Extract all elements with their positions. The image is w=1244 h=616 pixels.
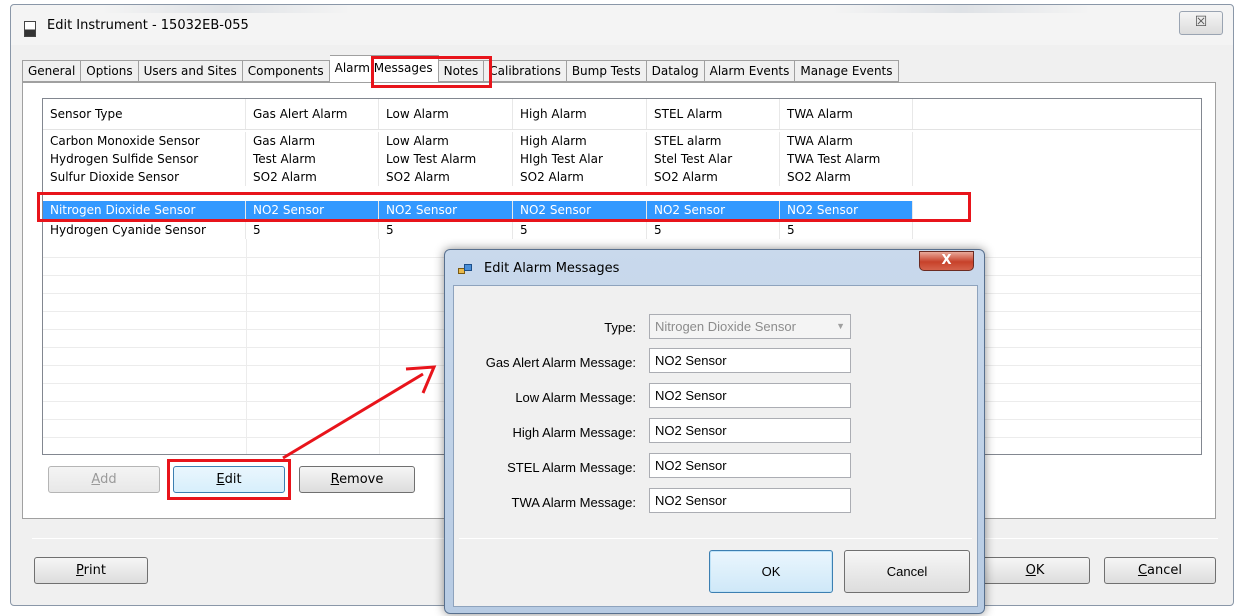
cell-gas-alert-alarm: SO2 Alarm — [246, 168, 379, 186]
table-row-selected[interactable]: Nitrogen Dioxide Sensor NO2 Sensor NO2 S… — [43, 201, 1201, 219]
tab-users-and-sites[interactable]: Users and Sites — [138, 60, 243, 82]
cell-high-alarm: NO2 Sensor — [513, 201, 647, 219]
tab-calibrations[interactable]: Calibrations — [484, 60, 567, 82]
tab-general[interactable]: General — [22, 60, 82, 82]
table-row[interactable]: Sulfur Dioxide Sensor SO2 Alarm SO2 Alar… — [43, 168, 1201, 186]
low-alarm-message-label: Low Alarm Message: — [515, 390, 636, 405]
tab-alarm-events[interactable]: Alarm Events — [704, 60, 796, 82]
table-row[interactable]: Hydrogen Sulfide Sensor Test Alarm Low T… — [43, 150, 1201, 168]
cell-twa-alarm: 5 — [780, 221, 913, 239]
cell-twa-alarm: TWA Alarm — [780, 132, 913, 150]
cell-gas-alert-alarm: Test Alarm — [246, 150, 379, 168]
tab-bump-tests[interactable]: Bump Tests — [566, 60, 647, 82]
title-bar: Edit Instrument - 15032EB-055 ☒ — [11, 5, 1233, 45]
cell-sensor-type: Hydrogen Sulfide Sensor — [43, 150, 246, 168]
tab-options[interactable]: Options — [81, 60, 139, 82]
close-window-button[interactable]: ☒ — [1179, 11, 1223, 35]
cell-filler — [913, 168, 1201, 186]
cell-gas-alert-alarm: Gas Alarm — [246, 132, 379, 150]
column-header-high-alarm[interactable]: High Alarm — [513, 99, 647, 129]
cell-low-alarm: Low Alarm — [379, 132, 513, 150]
cell-high-alarm: 5 — [513, 221, 647, 239]
document-icon — [24, 21, 36, 37]
cell-stel-alarm: Stel Test Alar — [647, 150, 780, 168]
cell-sensor-type: Nitrogen Dioxide Sensor — [43, 201, 246, 219]
cell-filler — [913, 132, 1201, 150]
add-button[interactable]: Add — [48, 466, 160, 493]
column-header-filler — [913, 99, 1201, 129]
twa-alarm-message-label: TWA Alarm Message: — [511, 495, 637, 510]
cell-high-alarm: HIgh Test Alar — [513, 150, 647, 168]
cell-low-alarm: Low Test Alarm — [379, 150, 513, 168]
grid-header-row: Sensor Type Gas Alert Alarm Low Alarm Hi… — [43, 99, 1201, 130]
cell-twa-alarm: SO2 Alarm — [780, 168, 913, 186]
cell-sensor-type: Sulfur Dioxide Sensor — [43, 168, 246, 186]
tab-alarm-messages[interactable]: Alarm Messages — [329, 55, 439, 82]
dialog-cancel-button[interactable]: Cancel — [844, 550, 970, 593]
type-label: Type: — [604, 320, 636, 335]
table-row[interactable]: Hydrogen Cyanide Sensor 5 5 5 5 5 — [43, 221, 1201, 239]
cell-low-alarm: SO2 Alarm — [379, 168, 513, 186]
cell-sensor-type: Carbon Monoxide Sensor — [43, 132, 246, 150]
chevron-down-icon: ▼ — [836, 321, 845, 331]
cell-stel-alarm: SO2 Alarm — [647, 168, 780, 186]
tab-manage-events[interactable]: Manage Events — [795, 60, 899, 82]
ok-button[interactable]: OK — [980, 557, 1090, 584]
cell-twa-alarm: NO2 Sensor — [780, 201, 913, 219]
twa-alarm-message-field[interactable]: NO2 Sensor — [649, 488, 851, 513]
cell-low-alarm: 5 — [379, 221, 513, 239]
cell-high-alarm: High Alarm — [513, 132, 647, 150]
tab-datalog[interactable]: Datalog — [646, 60, 705, 82]
grid-column-line — [246, 239, 247, 454]
cell-low-alarm: NO2 Sensor — [379, 201, 513, 219]
stel-alarm-message-label: STEL Alarm Message: — [507, 460, 636, 475]
blurred-background-text — [101, 5, 351, 13]
cell-high-alarm: SO2 Alarm — [513, 168, 647, 186]
cell-sensor-type: Hydrogen Cyanide Sensor — [43, 221, 246, 239]
grid-column-line — [379, 239, 380, 454]
tab-strip: General Options Users and Sites Componen… — [22, 55, 899, 82]
edit-alarm-messages-dialog: Edit Alarm Messages X Type: Nitrogen Dio… — [444, 249, 985, 614]
cell-twa-alarm: TWA Test Alarm — [780, 150, 913, 168]
column-header-stel-alarm[interactable]: STEL Alarm — [647, 99, 780, 129]
gas-alert-alarm-message-label: Gas Alert Alarm Message: — [485, 355, 636, 370]
type-select[interactable]: Nitrogen Dioxide Sensor ▼ — [649, 314, 851, 339]
cell-gas-alert-alarm: 5 — [246, 221, 379, 239]
cell-stel-alarm: STEL alarm — [647, 132, 780, 150]
column-header-twa-alarm[interactable]: TWA Alarm — [780, 99, 913, 129]
cell-gas-alert-alarm: NO2 Sensor — [246, 201, 379, 219]
column-header-sensor-type[interactable]: Sensor Type — [43, 99, 246, 129]
tab-notes[interactable]: Notes — [438, 60, 485, 82]
high-alarm-message-field[interactable]: NO2 Sensor — [649, 418, 851, 443]
stel-alarm-message-field[interactable]: NO2 Sensor — [649, 453, 851, 478]
cell-filler — [913, 221, 1201, 239]
column-header-gas-alert-alarm[interactable]: Gas Alert Alarm — [246, 99, 379, 129]
dialog-body: Type: Nitrogen Dioxide Sensor ▼ Gas Aler… — [453, 285, 978, 607]
print-button[interactable]: Print — [34, 557, 148, 584]
cell-filler — [913, 201, 1201, 219]
cell-stel-alarm: NO2 Sensor — [647, 201, 780, 219]
dialog-title: Edit Alarm Messages — [484, 261, 620, 276]
high-alarm-message-label: High Alarm Message: — [512, 425, 636, 440]
dialog-ok-button[interactable]: OK — [709, 550, 833, 593]
edit-button[interactable]: Edit — [173, 466, 285, 493]
cancel-button[interactable]: Cancel — [1104, 557, 1216, 584]
remove-button[interactable]: Remove — [299, 466, 415, 493]
window-title: Edit Instrument - 15032EB-055 — [47, 18, 249, 33]
cell-filler — [913, 150, 1201, 168]
low-alarm-message-field[interactable]: NO2 Sensor — [649, 383, 851, 408]
blurred-background-text — [831, 5, 1091, 13]
table-row[interactable]: Carbon Monoxide Sensor Gas Alarm Low Ala… — [43, 132, 1201, 150]
form-icon — [458, 264, 472, 274]
gas-alert-alarm-message-field[interactable]: NO2 Sensor — [649, 348, 851, 373]
dialog-separator — [459, 538, 972, 539]
column-header-low-alarm[interactable]: Low Alarm — [379, 99, 513, 129]
type-value: Nitrogen Dioxide Sensor — [655, 319, 796, 334]
cell-stel-alarm: 5 — [647, 221, 780, 239]
tab-components[interactable]: Components — [242, 60, 330, 82]
close-dialog-button[interactable]: X — [919, 251, 974, 271]
